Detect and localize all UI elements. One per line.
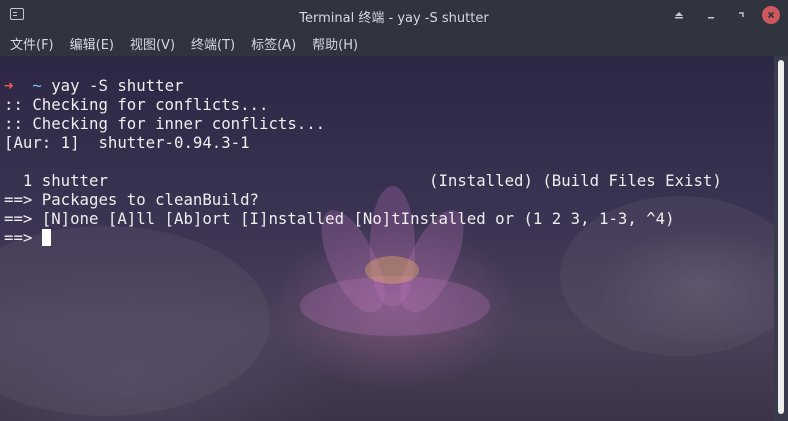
scrollbar[interactable] bbox=[774, 56, 788, 421]
input-prompt: ==> bbox=[4, 228, 42, 247]
output-line: 1 shutter (Installed) (Build Files Exist… bbox=[4, 171, 722, 190]
menu-terminal[interactable]: 终端(T) bbox=[191, 34, 235, 53]
close-icon bbox=[767, 11, 775, 19]
lotus-base bbox=[300, 276, 490, 336]
minimize-button[interactable] bbox=[702, 6, 720, 24]
terminal-output: ➜ ~ yay -S shutter:: Checking for confli… bbox=[4, 76, 722, 247]
shade-icon bbox=[675, 12, 683, 19]
text-cursor bbox=[41, 229, 51, 246]
menu-view[interactable]: 视图(V) bbox=[130, 34, 175, 53]
terminal-view[interactable]: ➜ ~ yay -S shutter:: Checking for confli… bbox=[0, 56, 774, 421]
lotus-core bbox=[365, 256, 419, 284]
command-text: yay -S shutter bbox=[41, 76, 184, 95]
menu-tabs[interactable]: 标签(A) bbox=[251, 34, 296, 53]
output-line: [Aur: 1] shutter-0.94.3-1 bbox=[4, 133, 250, 152]
menu-help[interactable]: 帮助(H) bbox=[312, 34, 358, 53]
title-bar[interactable]: Terminal 终端 - yay -S shutter bbox=[0, 0, 788, 30]
shade-button[interactable] bbox=[670, 6, 688, 24]
close-button[interactable] bbox=[762, 6, 780, 24]
prompt-dir: ~ bbox=[32, 76, 42, 95]
menu-file[interactable]: 文件(F) bbox=[10, 34, 54, 53]
output-line: :: Checking for conflicts... bbox=[4, 95, 269, 114]
output-line: ==> [N]one [A]ll [Ab]ort [I]nstalled [No… bbox=[4, 209, 675, 228]
maximize-icon bbox=[739, 12, 744, 17]
menu-edit[interactable]: 编辑(E) bbox=[70, 34, 114, 53]
menu-bar: 文件(F) 编辑(E) 视图(V) 终端(T) 标签(A) 帮助(H) bbox=[0, 30, 788, 56]
prompt-arrow: ➜ bbox=[4, 76, 14, 95]
output-line: ==> Packages to cleanBuild? bbox=[4, 190, 260, 209]
minimize-icon bbox=[708, 17, 714, 19]
prompt-line: ➜ ~ yay -S shutter bbox=[4, 76, 722, 95]
input-line[interactable]: ==> bbox=[4, 228, 722, 247]
terminal-window: Terminal 终端 - yay -S shutter 文件(F) 编辑(E)… bbox=[0, 0, 788, 421]
lily-pad-left bbox=[0, 226, 270, 416]
scrollbar-thumb[interactable] bbox=[778, 60, 784, 414]
maximize-button[interactable] bbox=[732, 6, 750, 24]
output-line: :: Checking for inner conflicts... bbox=[4, 114, 326, 133]
